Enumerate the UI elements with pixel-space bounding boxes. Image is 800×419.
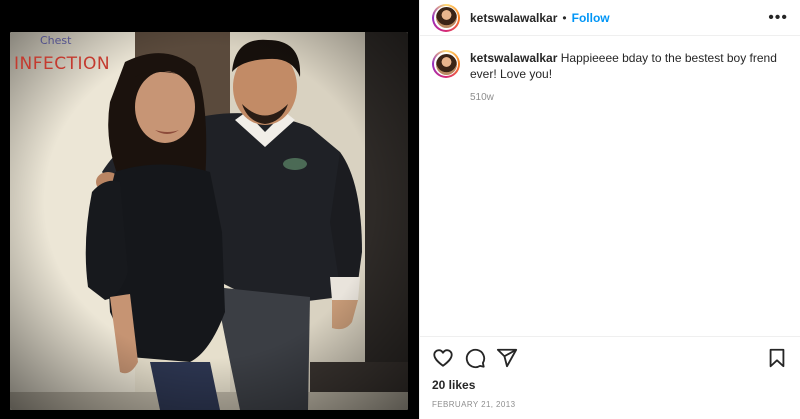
caption-comment: ketswalawalkar Happieeee bday to the bes… [420,36,800,106]
caption-username[interactable]: ketswalawalkar [470,51,557,65]
action-bar [420,336,800,378]
bookmark-icon[interactable] [766,347,788,369]
comment-icon[interactable] [464,347,486,369]
avatar-image [435,7,457,28]
post-side-panel: ketswalawalkar • Follow ••• ketswalawalk… [419,0,800,419]
more-options-icon[interactable]: ••• [768,9,788,27]
post-media[interactable]: Chest INFECTION [0,0,419,419]
photo-sign-line-1: Chest [40,34,72,47]
post-date[interactable]: FEBRUARY 21, 2013 [420,396,800,419]
caption-body: ketswalawalkar Happieeee bday to the bes… [470,50,780,106]
follow-button[interactable]: Follow [572,11,610,25]
header-username[interactable]: ketswalawalkar [470,11,557,25]
photo-illustration [10,32,408,410]
separator-dot: • [562,10,567,25]
photo-sign-line-2: INFECTION [14,54,111,74]
avatar-image [435,53,457,75]
post-header: ketswalawalkar • Follow ••• [420,0,800,36]
share-icon[interactable] [496,347,518,369]
instagram-post: Chest INFECTION ketswalawalkar • Follow … [0,0,800,419]
profile-avatar[interactable] [432,3,460,32]
caption-timestamp[interactable]: 510w [470,90,780,106]
caption-avatar[interactable] [432,50,460,78]
heart-icon[interactable] [432,347,454,369]
likes-count[interactable]: 20 likes [420,378,800,396]
post-photo: Chest INFECTION [10,32,408,410]
